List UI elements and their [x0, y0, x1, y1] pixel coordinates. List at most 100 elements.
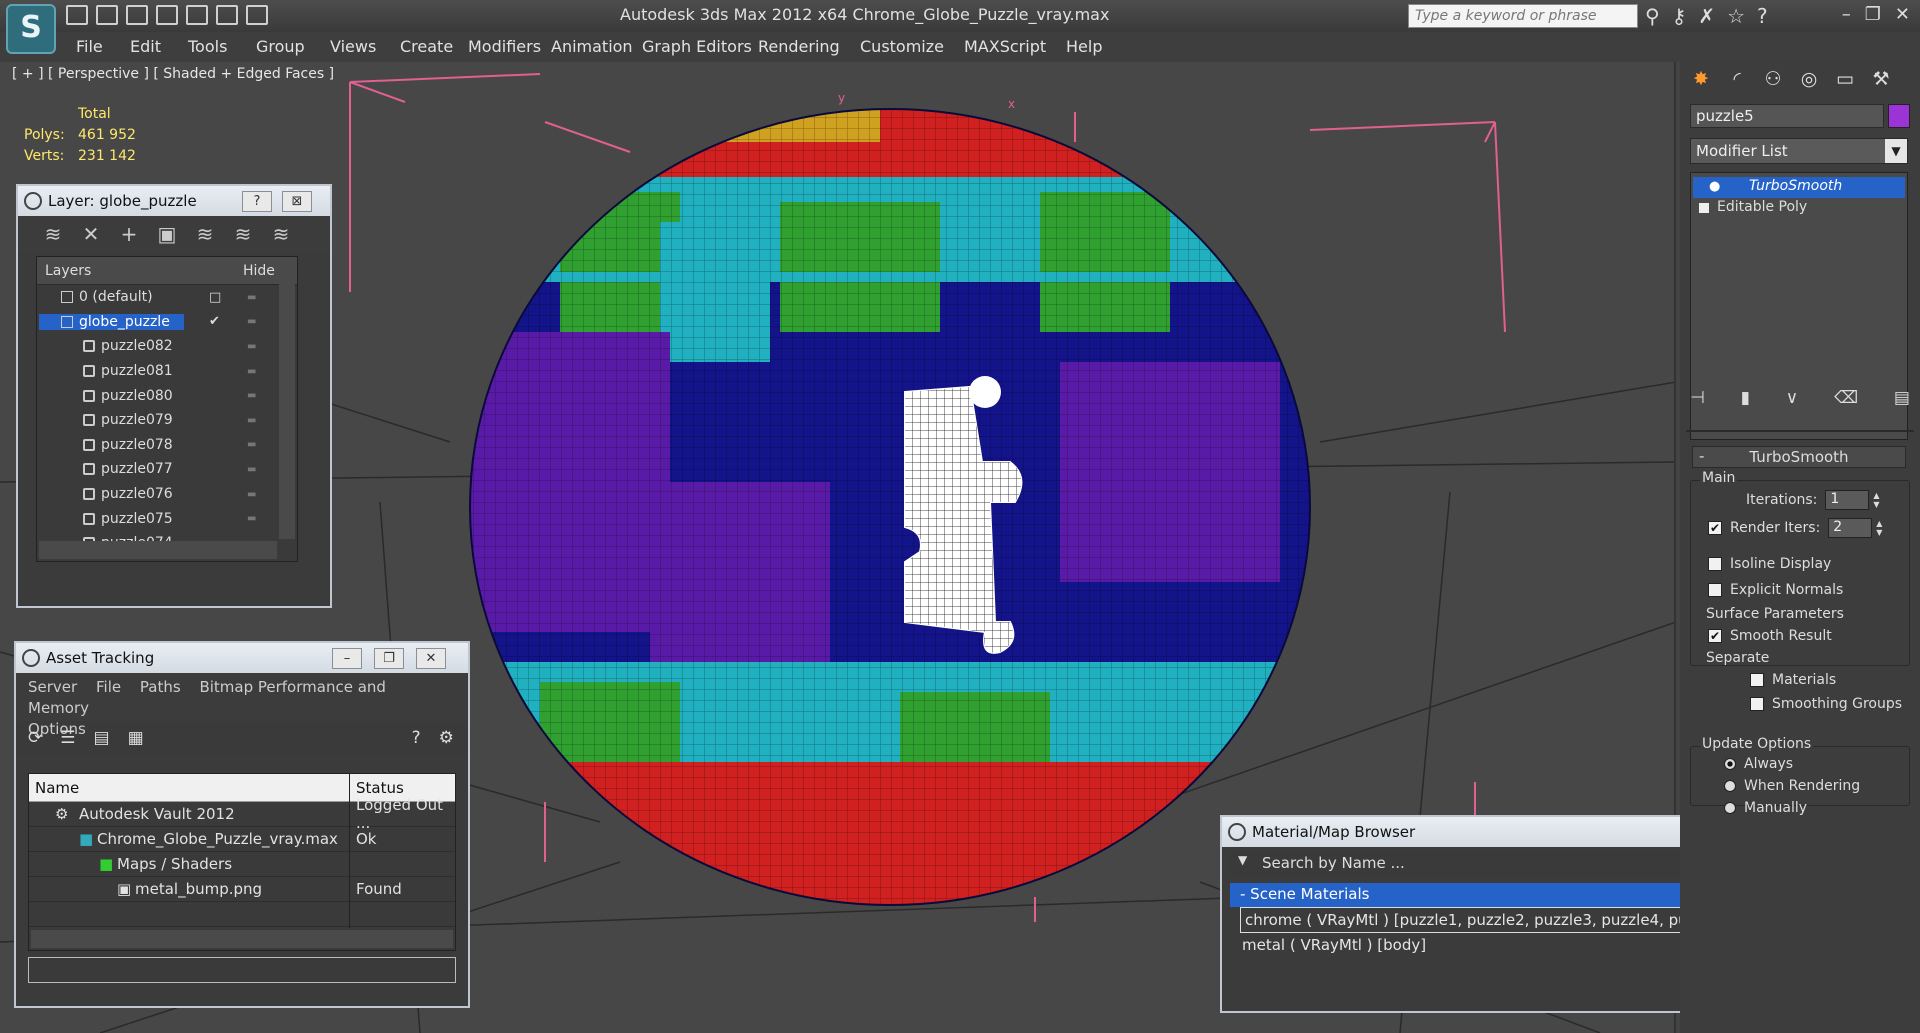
- hide-toggle-icon[interactable]: ▬: [247, 341, 256, 352]
- keyword-search-input[interactable]: Type a keyword or phrase: [1408, 4, 1638, 28]
- layer-row-default[interactable]: 0 (default) □ ▬: [37, 285, 297, 310]
- hide-toggle-icon[interactable]: ▬: [247, 390, 256, 401]
- new-scene-icon[interactable]: [126, 5, 148, 25]
- refresh-icon[interactable]: ⟳: [28, 728, 42, 748]
- menu-help[interactable]: Help: [1066, 37, 1102, 56]
- viewport-label[interactable]: [ + ] [ Perspective ] [ Shaded + Edged F…: [12, 66, 334, 82]
- configure-sets-icon[interactable]: ▤: [1894, 388, 1910, 408]
- hide-toggle-icon[interactable]: ▬: [247, 464, 256, 475]
- checkmark-icon[interactable]: ✔: [209, 314, 220, 329]
- menu-file[interactable]: File: [76, 37, 103, 56]
- layer-object-row[interactable]: puzzle079 ▬: [37, 408, 297, 433]
- menu-paths[interactable]: Paths: [140, 678, 181, 696]
- horizontal-scrollbar[interactable]: [39, 541, 277, 559]
- layer-object-row[interactable]: puzzle077 ▬: [37, 457, 297, 482]
- layer-object-row[interactable]: puzzle076 ▬: [37, 482, 297, 507]
- remove-modifier-icon[interactable]: ⌫: [1834, 388, 1858, 408]
- hide-toggle-icon[interactable]: ▬: [247, 439, 256, 450]
- menu-customize[interactable]: Customize: [860, 37, 944, 56]
- menu-server[interactable]: Server: [28, 678, 77, 696]
- thumbnail-view-icon[interactable]: ▤: [94, 728, 110, 748]
- render-iters-checkbox[interactable]: ✔: [1708, 521, 1722, 535]
- tools-icon[interactable]: ✗: [1698, 4, 1715, 28]
- stack-item-editable-poly[interactable]: Editable Poly: [1691, 198, 1907, 219]
- app-logo-icon[interactable]: S: [6, 4, 56, 54]
- help-icon[interactable]: ?: [1757, 4, 1768, 28]
- menu-group[interactable]: Group: [256, 37, 305, 56]
- undo-icon[interactable]: [186, 5, 208, 25]
- open-file-icon[interactable]: [66, 5, 88, 25]
- layer-object-row[interactable]: puzzle080 ▬: [37, 383, 297, 408]
- layer-object-row[interactable]: puzzle078 ▬: [37, 433, 297, 458]
- vertical-scrollbar[interactable]: [279, 259, 295, 539]
- project-folder-icon[interactable]: [156, 5, 178, 25]
- save-file-icon[interactable]: [96, 5, 118, 25]
- modify-tab-icon[interactable]: ◜: [1724, 68, 1750, 92]
- hide-toggle-icon[interactable]: ▬: [247, 489, 256, 500]
- layer-object-row[interactable]: puzzle075 ▬: [37, 506, 297, 531]
- table-view-icon[interactable]: ▦: [128, 728, 144, 748]
- add-to-layer-icon[interactable]: +: [118, 222, 140, 246]
- hide-toggle-icon[interactable]: ▬: [247, 513, 256, 524]
- key-icon[interactable]: ⚷: [1672, 4, 1687, 28]
- smooth-result-checkbox[interactable]: ✔: [1708, 629, 1722, 643]
- horizontal-scrollbar[interactable]: [31, 930, 453, 948]
- menu-tools[interactable]: Tools: [188, 37, 227, 56]
- motion-tab-icon[interactable]: ◎: [1796, 68, 1822, 92]
- display-tab-icon[interactable]: ▭: [1832, 68, 1858, 92]
- hide-toggle-icon[interactable]: ▬: [247, 292, 256, 303]
- table-row[interactable]: ⚙ Autodesk Vault 2012 Logged Out ...: [29, 796, 455, 832]
- highlight-layer-icon[interactable]: ≋: [194, 222, 216, 246]
- separate-materials-checkbox[interactable]: [1750, 673, 1764, 687]
- layer-object-row[interactable]: puzzle082 ▬: [37, 334, 297, 359]
- star-icon[interactable]: ☆: [1727, 4, 1745, 28]
- iterations-spinner[interactable]: 1: [1825, 490, 1870, 510]
- hide-all-icon[interactable]: ≋: [232, 222, 254, 246]
- table-row[interactable]: ■ Maps / Shaders: [29, 852, 455, 877]
- pin-stack-icon[interactable]: ⊣: [1690, 388, 1705, 408]
- hold-icon[interactable]: [246, 5, 268, 25]
- list-view-icon[interactable]: ☰: [60, 728, 75, 748]
- separate-smoothing-groups-checkbox[interactable]: [1750, 697, 1764, 711]
- spinner-arrows-icon[interactable]: ▲ ▼: [1873, 491, 1879, 509]
- utilities-tab-icon[interactable]: ⚒: [1868, 68, 1894, 92]
- layer-row-globe-puzzle[interactable]: globe_puzzle ✔ ▬: [37, 310, 297, 335]
- make-unique-icon[interactable]: ∨: [1786, 388, 1798, 408]
- explicit-normals-checkbox[interactable]: [1708, 583, 1722, 597]
- expand-icon[interactable]: [1699, 203, 1709, 213]
- help-icon[interactable]: ?: [412, 728, 421, 748]
- restore-icon[interactable]: ❐: [1865, 4, 1881, 25]
- table-row[interactable]: [29, 902, 455, 927]
- close-icon[interactable]: ✕: [416, 648, 446, 669]
- show-end-result-icon[interactable]: ▮: [1741, 388, 1750, 408]
- object-name-input[interactable]: puzzle5: [1690, 104, 1884, 128]
- current-layer-box-icon[interactable]: □: [209, 290, 221, 305]
- chevron-down-icon[interactable]: ▼: [1885, 139, 1907, 163]
- stack-item-turbosmooth[interactable]: ● TurboSmooth: [1693, 177, 1905, 198]
- select-objects-icon[interactable]: ▣: [156, 222, 178, 246]
- minimize-icon[interactable]: –: [332, 648, 362, 669]
- menu-create[interactable]: Create: [400, 37, 453, 56]
- turbosmooth-rollout-header[interactable]: - TurboSmooth: [1692, 446, 1906, 468]
- lightbulb-icon[interactable]: ●: [1709, 179, 1720, 194]
- render-iters-spinner[interactable]: 2: [1828, 518, 1873, 538]
- table-row[interactable]: ▣ metal_bump.png Found: [29, 877, 455, 902]
- close-button[interactable]: ⊠: [282, 191, 312, 212]
- settings-icon[interactable]: ⚙: [439, 728, 454, 748]
- hierarchy-tab-icon[interactable]: ⚇: [1760, 68, 1786, 92]
- menu-animation[interactable]: Animation: [551, 37, 633, 56]
- redo-icon[interactable]: [216, 5, 238, 25]
- hide-toggle-icon[interactable]: ▬: [247, 415, 256, 426]
- create-tab-icon[interactable]: ✸: [1688, 68, 1714, 92]
- menu-file[interactable]: File: [96, 678, 121, 696]
- collapse-icon[interactable]: -: [1699, 447, 1704, 465]
- modifier-list-dropdown[interactable]: Modifier List ▼: [1690, 138, 1908, 164]
- hide-toggle-icon[interactable]: ▬: [247, 366, 256, 377]
- delete-layer-icon[interactable]: ✕: [80, 222, 102, 246]
- update-manually-radio[interactable]: [1724, 802, 1736, 814]
- freeze-all-icon[interactable]: ≋: [270, 222, 292, 246]
- restore-icon[interactable]: ❐: [374, 648, 404, 669]
- dropdown-arrow-icon[interactable]: ▼: [1238, 853, 1247, 867]
- isoline-display-checkbox[interactable]: [1708, 557, 1722, 571]
- new-layer-icon[interactable]: ≋: [42, 222, 64, 246]
